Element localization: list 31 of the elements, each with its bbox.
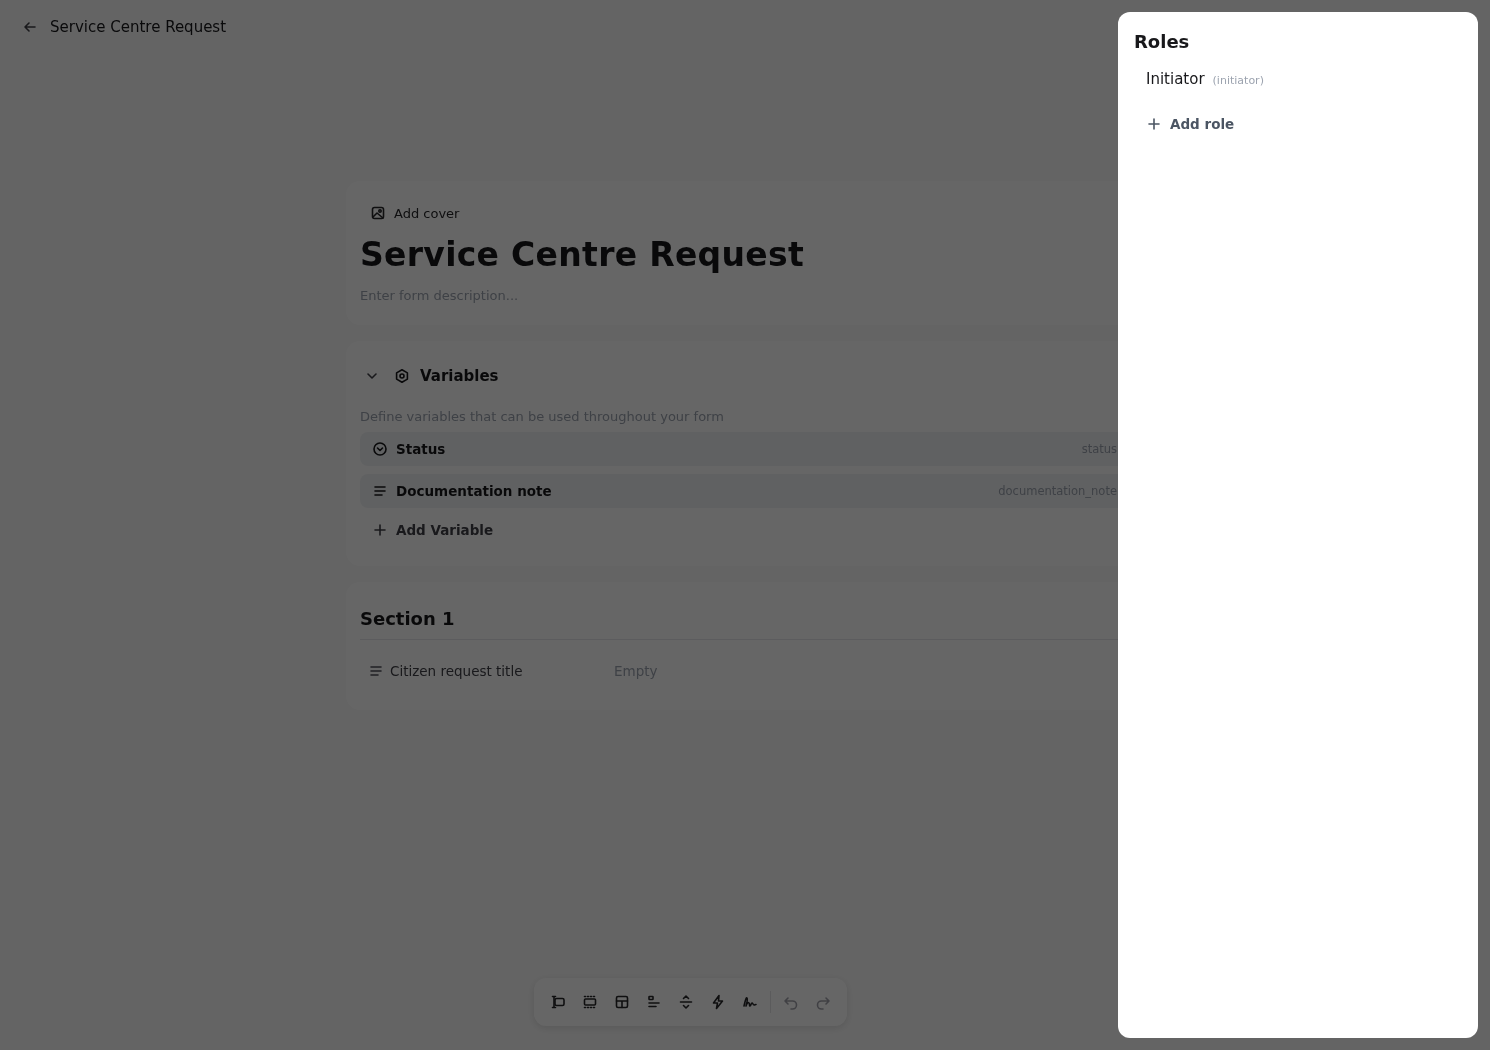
dropdown-circle-icon (372, 441, 388, 457)
undo-icon (783, 994, 799, 1010)
lightning-icon (710, 994, 726, 1010)
add-role-button[interactable]: Add role (1134, 92, 1247, 156)
back-button[interactable] (22, 19, 38, 35)
section-title: Section 1 (360, 607, 456, 631)
field-label: Citizen request title (390, 663, 524, 679)
expand-vertical-icon (678, 994, 694, 1010)
add-variable-button[interactable]: Add Variable (360, 516, 506, 544)
redo-icon (815, 994, 831, 1010)
role-name: Initiator (1146, 70, 1205, 88)
variable-name: Documentation note (396, 483, 553, 499)
hexagon-icon (394, 368, 410, 384)
dashed-rectangle-icon (582, 994, 598, 1010)
page-title: Service Centre Request (50, 18, 227, 36)
lines-icon (368, 663, 384, 679)
text-cursor-icon (550, 994, 566, 1010)
image-icon (370, 205, 386, 221)
signature-icon (742, 994, 758, 1010)
align-left-icon (646, 994, 662, 1010)
panel-title: Roles (1134, 31, 1191, 52)
section-title: Variables (420, 367, 499, 385)
variable-name: Status (396, 441, 447, 457)
role-key: (initiator) (1212, 74, 1264, 87)
lines-icon (372, 483, 388, 499)
back-arrow-icon (22, 19, 38, 35)
plus-icon (372, 522, 388, 538)
table-icon (614, 994, 630, 1010)
add-cover-button[interactable]: Add cover (360, 201, 470, 225)
plus-icon (1146, 116, 1162, 132)
form-title: Service Centre Request (360, 235, 805, 274)
